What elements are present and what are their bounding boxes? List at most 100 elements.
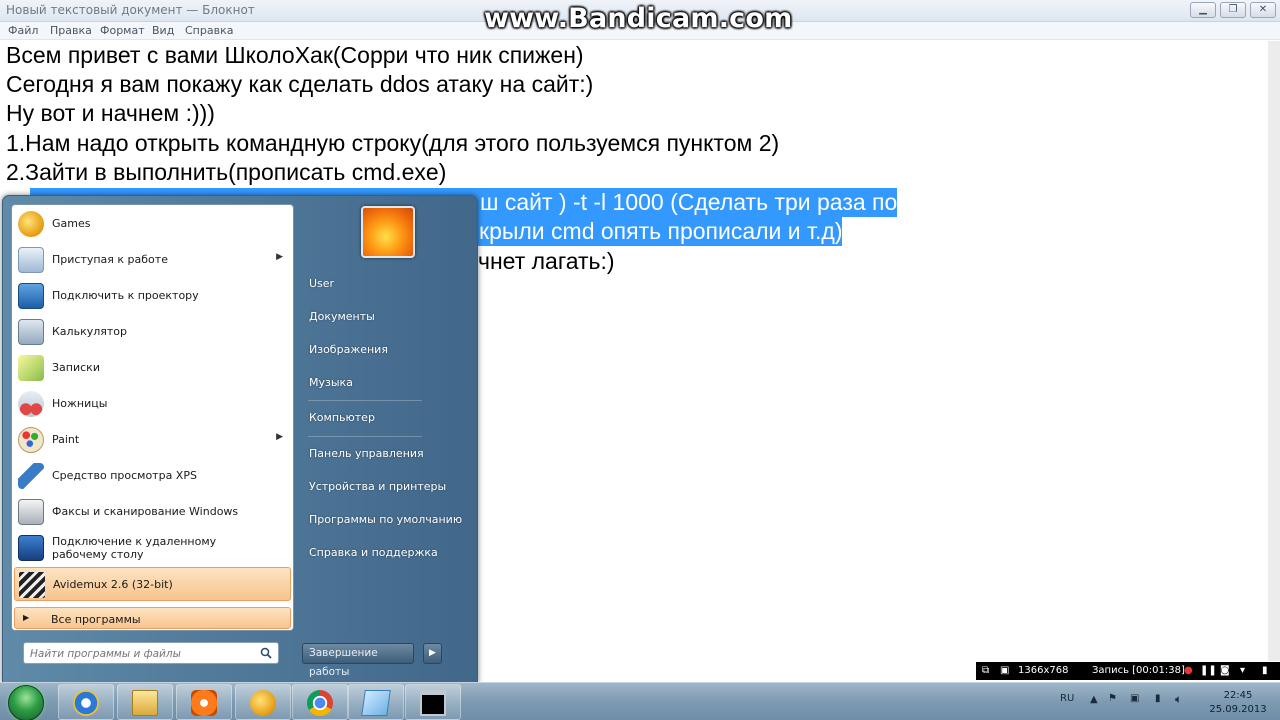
- programs-pane: Games Приступая к работе ▶ Подключить к …: [11, 204, 294, 631]
- program-fax-scan[interactable]: Факсы и сканирование Windows: [14, 495, 291, 529]
- games-icon: [250, 690, 276, 716]
- minimize-button[interactable]: ▁: [1190, 2, 1216, 18]
- all-programs-button[interactable]: ▶ Все программы: [14, 607, 291, 629]
- monitor-icon: ▣: [1000, 665, 1010, 676]
- volume-icon[interactable]: 🔈︎: [1175, 692, 1182, 707]
- program-xps-viewer[interactable]: Средство просмотра XPS: [14, 459, 291, 493]
- record-icon[interactable]: ●: [1184, 665, 1193, 676]
- recording-bar: ⧉ ▣ 1366x768 Запись [00:01:38] ● ❚❚ ◙ ▾ …: [976, 662, 1280, 680]
- recording-resolution: 1366x768: [1018, 665, 1069, 676]
- maximize-button[interactable]: ❐: [1220, 2, 1246, 18]
- show-hidden-icons[interactable]: ▲: [1090, 694, 1098, 705]
- sticky-notes-icon: [18, 355, 44, 381]
- right-item-help-support[interactable]: Справка и поддержка: [309, 546, 438, 559]
- notepad-icon: [361, 690, 391, 716]
- right-item-documents[interactable]: Документы: [309, 310, 375, 323]
- pause-icon[interactable]: ❚❚: [1200, 665, 1217, 676]
- start-button[interactable]: [8, 685, 44, 720]
- snipping-tool-icon: [18, 391, 44, 417]
- internet-explorer-icon: [73, 690, 99, 716]
- taskbar-cmd[interactable]: [405, 684, 461, 720]
- menu-view[interactable]: Вид: [152, 24, 174, 37]
- program-games[interactable]: Games: [14, 207, 291, 241]
- file-explorer-icon: [132, 690, 158, 716]
- dropdown-icon[interactable]: ▾: [1240, 665, 1245, 676]
- program-projector[interactable]: Подключить к проектору: [14, 279, 291, 313]
- separator: [308, 400, 422, 401]
- window-title: Новый текстовый документ — Блокнот: [6, 3, 255, 17]
- right-item-default-programs[interactable]: Программы по умолчанию: [309, 513, 462, 526]
- window-icon[interactable]: ⧉: [982, 665, 989, 676]
- camera-icon[interactable]: ◙: [1220, 665, 1230, 676]
- program-sticky-notes[interactable]: Записки: [14, 351, 291, 385]
- taskbar-internet-explorer[interactable]: [58, 684, 114, 720]
- program-avidemux[interactable]: Avidemux 2.6 (32-bit): [14, 567, 291, 601]
- right-item-computer[interactable]: Компьютер: [309, 411, 375, 424]
- right-item-music[interactable]: Музыка: [309, 376, 353, 389]
- text-line: Всем привет с вами ШколоХак(Сорри что ни…: [6, 42, 584, 68]
- screen: Новый текстовый документ — Блокнот ▁ ❐ ✕…: [0, 0, 1280, 720]
- remote-desktop-icon: [18, 535, 44, 561]
- program-calculator[interactable]: Калькулятор: [14, 315, 291, 349]
- vertical-scrollbar[interactable]: [1268, 41, 1280, 661]
- close-button[interactable]: ✕: [1250, 2, 1276, 18]
- text-line: Ну вот и начнем :))): [6, 100, 215, 126]
- getting-started-icon: [18, 247, 44, 273]
- search-input[interactable]: [30, 646, 250, 661]
- expand-icon[interactable]: ▮: [1262, 665, 1268, 676]
- xps-viewer-icon: [18, 463, 44, 489]
- paint-icon: [18, 427, 44, 453]
- text-line: Сегодня я вам покажу как сделать ddos ат…: [6, 71, 594, 97]
- program-getting-started[interactable]: Приступая к работе ▶: [14, 243, 291, 277]
- cmd-icon: [420, 690, 446, 716]
- chrome-icon: [307, 690, 333, 716]
- text-line: 1.Нам надо открыть командную строку(для …: [6, 130, 780, 156]
- avidemux-icon: [19, 572, 45, 598]
- taskbar-media-player[interactable]: [176, 684, 232, 720]
- arrow-right-icon: ▶: [23, 613, 30, 622]
- right-item-control-panel[interactable]: Панель управления: [309, 447, 424, 460]
- search-box[interactable]: [23, 642, 279, 664]
- search-icon[interactable]: [260, 647, 272, 659]
- recording-status: Запись [00:01:38]: [1092, 665, 1185, 676]
- taskbar-chrome[interactable]: [292, 684, 348, 720]
- submenu-arrow-icon: ▶: [276, 252, 283, 262]
- calculator-icon: [18, 319, 44, 345]
- network-icon[interactable]: ▮: [1155, 693, 1161, 704]
- text-line: чнет лагать:): [478, 248, 615, 274]
- program-remote-desktop[interactable]: Подключение к удаленному рабочему столу: [14, 531, 291, 565]
- menu-format[interactable]: Формат: [100, 24, 145, 37]
- clock[interactable]: 22:45 25.09.2013: [1198, 689, 1278, 717]
- language-indicator[interactable]: RU: [1060, 693, 1074, 704]
- right-item-pictures[interactable]: Изображения: [309, 343, 388, 356]
- shutdown-options-icon[interactable]: ▶: [423, 643, 442, 664]
- media-player-icon: [191, 690, 217, 716]
- right-item-user[interactable]: User: [309, 277, 334, 290]
- selected-text: ш сайт ) -t -l 1000 (Сделать три раза по: [480, 189, 898, 215]
- projector-icon: [18, 283, 44, 309]
- clock-date: 25.09.2013: [1209, 704, 1267, 715]
- games-icon: [18, 211, 44, 237]
- menu-edit[interactable]: Правка: [50, 24, 92, 37]
- selected-text: крыли cmd опять прописали и т.д): [479, 218, 843, 244]
- taskbar-games[interactable]: [235, 684, 291, 720]
- taskbar: RU ▲ ⚑ ▣ ▮ 🔈︎ 22:45 25.09.2013: [0, 682, 1280, 720]
- menu-help[interactable]: Справка: [185, 24, 233, 37]
- start-menu: Games Приступая к работе ▶ Подключить к …: [2, 195, 478, 683]
- separator: [308, 436, 422, 437]
- program-paint[interactable]: Paint ▶: [14, 423, 291, 457]
- bandicam-tray-icon[interactable]: ▣: [1130, 693, 1139, 704]
- right-item-devices-printers[interactable]: Устройства и принтеры: [309, 480, 446, 493]
- text-line: 2.Зайти в выполнить(прописать cmd.exe): [6, 159, 447, 185]
- submenu-arrow-icon: ▶: [276, 432, 283, 442]
- flag-icon[interactable]: ⚑: [1108, 693, 1117, 704]
- taskbar-notepad[interactable]: [348, 684, 404, 720]
- menu-file[interactable]: Файл: [8, 24, 38, 37]
- taskbar-explorer[interactable]: [117, 684, 173, 720]
- program-snipping-tool[interactable]: Ножницы: [14, 387, 291, 421]
- user-picture[interactable]: [361, 206, 415, 258]
- fax-scan-icon: [18, 499, 44, 525]
- clock-time: 22:45: [1223, 690, 1253, 701]
- watermark: www.Bandicam.com: [484, 3, 793, 34]
- shutdown-button[interactable]: Завершение работы: [302, 643, 414, 678]
